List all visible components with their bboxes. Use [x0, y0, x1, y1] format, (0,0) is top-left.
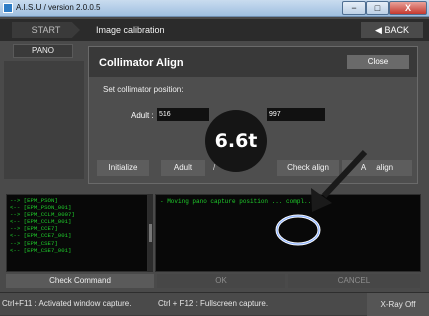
status-window-capture: Ctrl+F11 : Activated window capture.: [2, 299, 132, 308]
auto-align-label-a: A: [360, 163, 367, 172]
status-fullscreen-capture: Ctrl + F12 : Fullscreen capture.: [158, 299, 269, 308]
status-bar: Ctrl+F11 : Activated window capture. Ctr…: [0, 292, 429, 316]
window-close-button[interactable]: X: [389, 1, 427, 15]
xray-status: X-Ray Off: [367, 293, 429, 316]
log-line: <-- [EPM_CCE7_001]: [10, 232, 72, 240]
auto-align-label-b: align: [376, 163, 394, 172]
dialog-close-button[interactable]: Close: [347, 55, 409, 69]
maximize-button[interactable]: □: [366, 1, 389, 15]
breadcrumb: Image calibration: [96, 25, 165, 35]
log-line: <-- [EPM_CSE7_001]: [10, 246, 72, 254]
timer-badge: 6.6t: [205, 110, 267, 172]
command-log-scrollbar[interactable]: [148, 194, 153, 272]
back-label: BACK: [384, 25, 409, 35]
log-line: <-- [EPM_PSON_001]: [10, 204, 72, 212]
adult-position-field[interactable]: 516: [157, 108, 209, 121]
nav-bar: START Image calibration ◀ BACK: [0, 19, 429, 41]
adult-button[interactable]: Adult: [161, 160, 205, 176]
message-log: - Moving pano capture position ... compl…: [155, 194, 421, 272]
dialog-header: Collimator Align Close: [89, 47, 417, 77]
command-log: --> [EPM_PSON] <-- [EPM_PSON_001] --> [EPM…: [6, 194, 148, 272]
instruction-text: Set collimator position:: [103, 85, 184, 94]
app-window: A.I.S.U / version 2.0.0.5 − □ X START Im…: [0, 0, 429, 316]
log-line: --> [EPM_CSE7]: [10, 239, 58, 247]
dialog-title: Collimator Align: [99, 57, 184, 69]
second-position-field[interactable]: 997: [267, 108, 325, 121]
minimize-button[interactable]: −: [342, 1, 366, 15]
log-line: --> [EPM_CCLM_0007]: [10, 211, 75, 219]
cancel-button[interactable]: CANCEL: [288, 274, 420, 288]
window-title: A.I.S.U / version 2.0.0.5: [16, 3, 101, 12]
check-align-button[interactable]: Check align: [277, 160, 339, 176]
log-line: --> [EPM_PSON]: [10, 197, 58, 204]
side-panel: [4, 61, 84, 179]
back-button[interactable]: ◀ BACK: [361, 22, 423, 38]
app-icon: [3, 3, 13, 13]
ok-button[interactable]: OK: [157, 274, 285, 288]
log-line: <-- [EPM_CCLM_001]: [10, 218, 72, 226]
log-line: --> [EPM_CCE7]: [10, 225, 58, 233]
scrollbar-thumb[interactable]: [149, 224, 152, 242]
adult-label: Adult :: [131, 111, 154, 120]
tab-pano[interactable]: PANO: [13, 44, 73, 58]
initialize-button[interactable]: Initialize: [97, 160, 149, 176]
back-arrow-icon: ◀: [375, 25, 382, 35]
start-button[interactable]: START: [12, 22, 80, 38]
check-command-button[interactable]: Check Command: [6, 274, 154, 288]
title-bar: A.I.S.U / version 2.0.0.5 − □ X: [0, 0, 429, 17]
auto-align-button[interactable]: Aalign: [342, 160, 412, 176]
